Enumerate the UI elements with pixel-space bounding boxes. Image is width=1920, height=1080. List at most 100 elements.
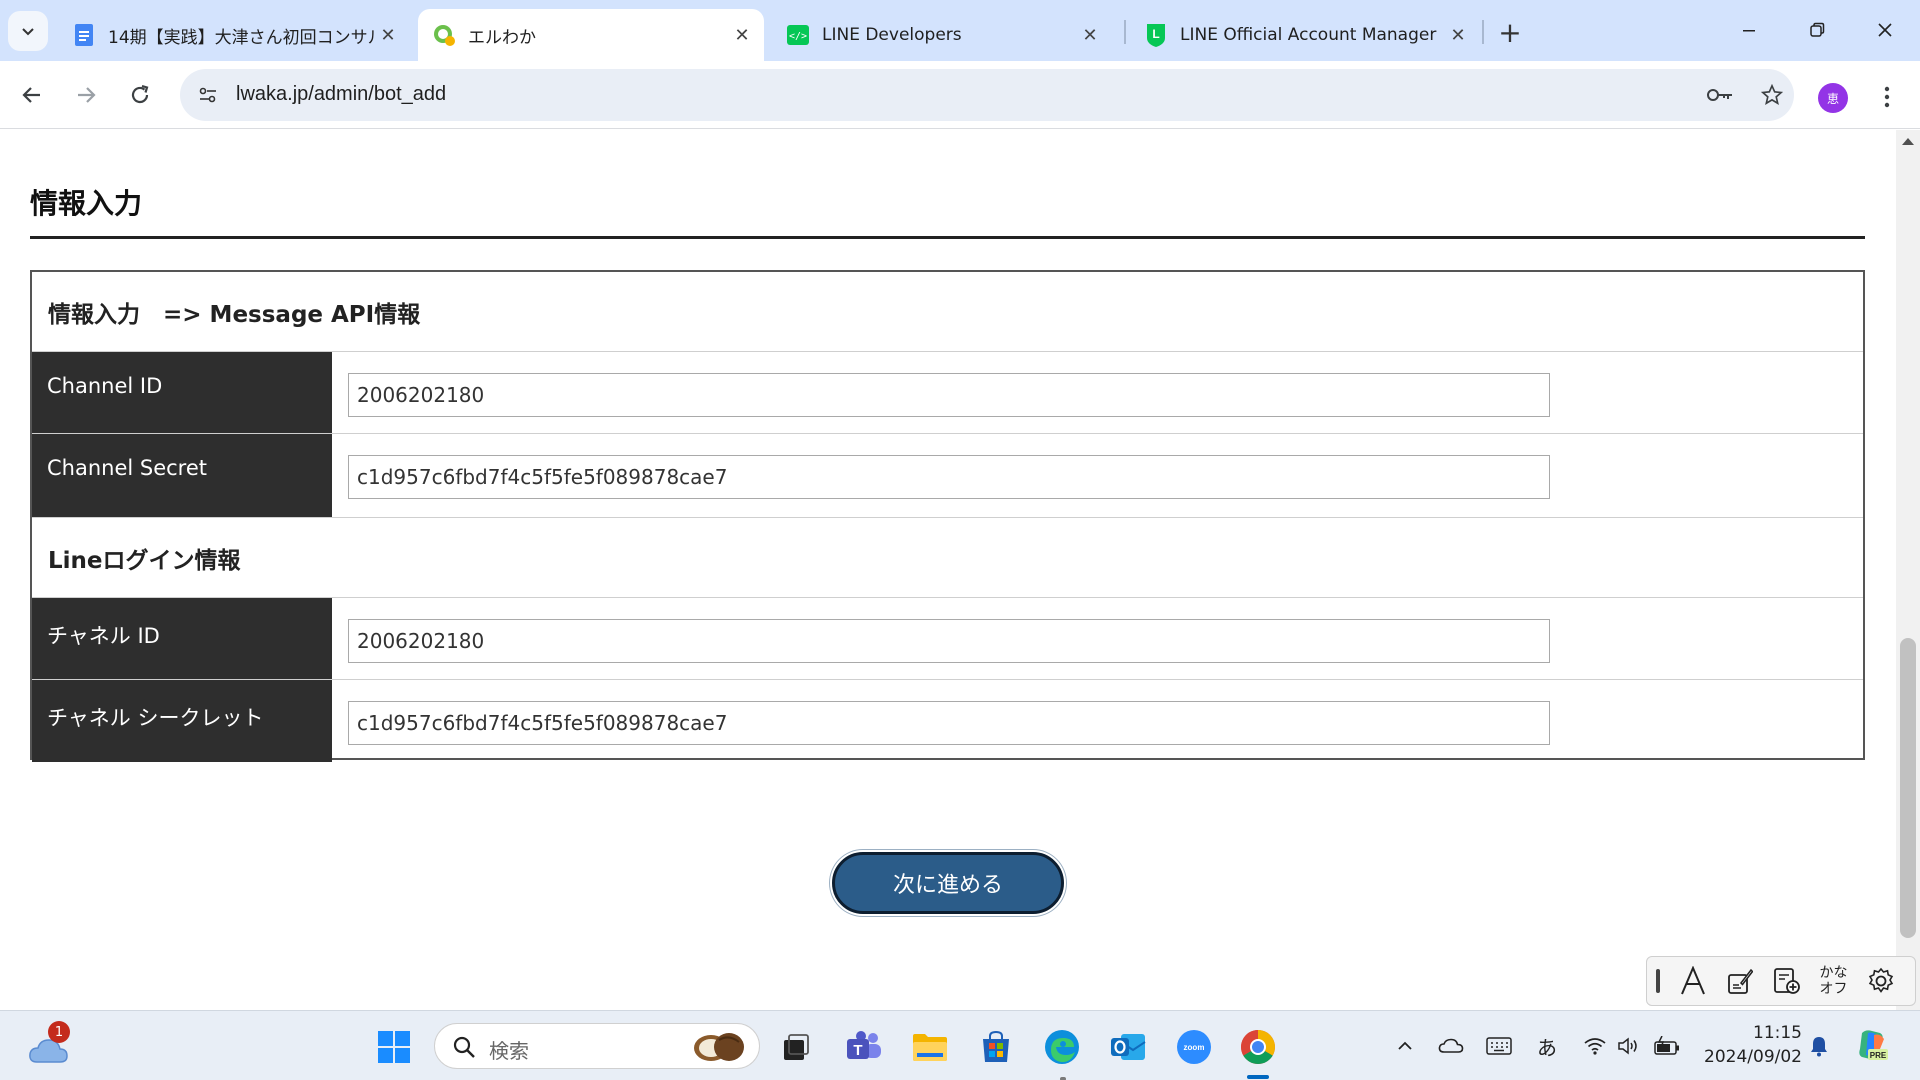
outlook-app[interactable] bbox=[1106, 1025, 1150, 1069]
ime-mode-indicator[interactable]: あ bbox=[1532, 1031, 1562, 1061]
login-channel-secret-input[interactable] bbox=[348, 701, 1550, 745]
forward-button[interactable] bbox=[66, 75, 106, 115]
scroll-thumb[interactable] bbox=[1900, 638, 1916, 938]
chevron-down-icon bbox=[22, 28, 34, 36]
site-settings-icon[interactable] bbox=[192, 79, 224, 111]
notification-badge: 1 bbox=[48, 1021, 70, 1043]
profile-avatar[interactable]: 恵 bbox=[1818, 83, 1848, 113]
microsoft-store-app[interactable] bbox=[974, 1025, 1018, 1069]
start-button[interactable] bbox=[372, 1025, 416, 1069]
tab-title: LINE Developers bbox=[822, 25, 962, 45]
back-button[interactable] bbox=[12, 75, 52, 115]
login-channel-id-label: チャネル ID bbox=[32, 598, 332, 679]
minimize-icon bbox=[1743, 30, 1755, 32]
battery-tray[interactable] bbox=[1650, 1031, 1684, 1061]
task-view-button[interactable] bbox=[774, 1025, 818, 1069]
google-docs-icon bbox=[72, 23, 96, 47]
more-vert-icon bbox=[1884, 86, 1890, 108]
close-icon[interactable]: ✕ bbox=[1446, 23, 1470, 47]
wifi-tray[interactable] bbox=[1580, 1031, 1610, 1061]
chrome-icon bbox=[1241, 1030, 1275, 1064]
wifi-icon bbox=[1584, 1038, 1606, 1055]
file-explorer-app[interactable] bbox=[908, 1025, 952, 1069]
svg-text:zoom: zoom bbox=[1184, 1043, 1205, 1052]
volume-tray[interactable] bbox=[1614, 1031, 1644, 1061]
url-text[interactable]: lwaka.jp/admin/bot_add bbox=[236, 83, 446, 106]
drag-handle[interactable] bbox=[1647, 957, 1669, 1005]
restore-button[interactable] bbox=[1794, 10, 1840, 50]
edge-icon bbox=[1045, 1030, 1079, 1064]
line-oa-icon: L bbox=[1144, 23, 1168, 47]
teams-app[interactable]: T bbox=[842, 1025, 886, 1069]
svg-text:PRE: PRE bbox=[1870, 1051, 1887, 1060]
store-icon bbox=[983, 1030, 1009, 1062]
channel-secret-input[interactable] bbox=[348, 455, 1550, 499]
password-key-icon[interactable] bbox=[1704, 79, 1736, 111]
tab-search-button[interactable] bbox=[8, 11, 48, 51]
bookmark-star-icon[interactable] bbox=[1756, 79, 1788, 111]
add-word-icon[interactable] bbox=[1763, 957, 1810, 1005]
tab-title: 14期【実践】大津さん初回コンサル bbox=[108, 27, 376, 48]
arrow-left-icon bbox=[22, 87, 40, 103]
address-bar[interactable]: lwaka.jp/admin/bot_add bbox=[180, 69, 1794, 121]
tab-erwaka[interactable]: エルわか ✕ bbox=[418, 9, 764, 61]
new-tab-button[interactable]: + bbox=[1494, 15, 1526, 49]
speaker-icon bbox=[1618, 1037, 1637, 1055]
search-icon bbox=[449, 1032, 479, 1062]
touch-keyboard-tray[interactable] bbox=[1484, 1031, 1514, 1061]
line-login-heading: Lineログイン情報 bbox=[32, 518, 1863, 598]
scroll-up-arrow-icon[interactable] bbox=[1902, 138, 1914, 145]
tab-separator bbox=[1124, 20, 1126, 44]
system-clock[interactable]: 11:15 2024/09/02 bbox=[1692, 1021, 1802, 1069]
tab-line-oa-manager[interactable]: L LINE Official Account Manager ✕ bbox=[1130, 9, 1480, 61]
form-row-login-channel-secret: チャネル シークレット bbox=[32, 680, 1863, 762]
gear-icon[interactable] bbox=[1857, 957, 1904, 1005]
browser-toolbar: lwaka.jp/admin/bot_add 恵 bbox=[0, 61, 1920, 129]
taskbar-search[interactable]: 検索 bbox=[434, 1023, 760, 1069]
kana-lock-toggle[interactable]: かな オフ bbox=[1810, 957, 1857, 1005]
handwriting-pad-icon[interactable] bbox=[1716, 957, 1763, 1005]
clock-time: 11:15 bbox=[1753, 1023, 1802, 1043]
folder-icon bbox=[913, 1034, 947, 1061]
minimize-button[interactable] bbox=[1726, 10, 1772, 50]
tab-separator bbox=[1482, 20, 1484, 44]
bell-icon bbox=[1811, 1037, 1827, 1057]
page-scrollbar[interactable] bbox=[1896, 130, 1920, 1010]
form-row-login-channel-id: チャネル ID bbox=[32, 598, 1863, 680]
weather-widget[interactable]: 1 bbox=[26, 1021, 70, 1071]
reload-button[interactable] bbox=[120, 75, 160, 115]
channel-id-input[interactable] bbox=[348, 373, 1550, 417]
chevron-up-icon bbox=[1398, 1041, 1412, 1050]
browser-menu-button[interactable] bbox=[1872, 79, 1902, 115]
close-window-button[interactable] bbox=[1862, 10, 1908, 50]
onedrive-tray[interactable] bbox=[1436, 1031, 1466, 1061]
kana-state-label: オフ bbox=[1819, 981, 1848, 997]
next-button[interactable]: 次に進める bbox=[832, 852, 1064, 914]
close-icon[interactable]: ✕ bbox=[1078, 23, 1102, 47]
channel-id-label: Channel ID bbox=[32, 352, 332, 433]
ime-toolbar: かな オフ bbox=[1646, 956, 1916, 1006]
plus-icon: + bbox=[1498, 15, 1522, 49]
close-icon[interactable]: ✕ bbox=[730, 23, 754, 47]
login-channel-id-input[interactable] bbox=[348, 619, 1550, 663]
font-a-icon[interactable] bbox=[1669, 957, 1716, 1005]
form-row-channel-id: Channel ID bbox=[32, 352, 1863, 434]
erwaka-icon bbox=[432, 23, 456, 47]
search-placeholder: 検索 bbox=[489, 1039, 529, 1063]
chrome-app[interactable] bbox=[1236, 1025, 1280, 1069]
show-hidden-icons-button[interactable] bbox=[1392, 1031, 1418, 1061]
arrow-right-icon bbox=[78, 87, 96, 103]
browser-tab-strip: 14期【実践】大津さん初回コンサル ✕ エルわか ✕ </> LINE Deve… bbox=[0, 0, 1920, 61]
close-icon[interactable]: ✕ bbox=[376, 23, 400, 47]
edge-app[interactable] bbox=[1040, 1025, 1084, 1069]
copilot-icon: PRE bbox=[1859, 1030, 1888, 1060]
notifications-button[interactable] bbox=[1804, 1031, 1834, 1061]
copilot-button[interactable]: PRE bbox=[1852, 1025, 1892, 1065]
tab-google-doc[interactable]: 14期【実践】大津さん初回コンサル ✕ bbox=[58, 9, 410, 61]
zoom-app[interactable]: zoom bbox=[1172, 1025, 1216, 1069]
task-view-icon bbox=[784, 1034, 809, 1060]
tab-line-developers[interactable]: </> LINE Developers ✕ bbox=[772, 9, 1112, 61]
battery-charging-icon bbox=[1654, 1036, 1679, 1055]
keyboard-icon bbox=[1486, 1037, 1512, 1055]
title-divider bbox=[30, 236, 1865, 239]
